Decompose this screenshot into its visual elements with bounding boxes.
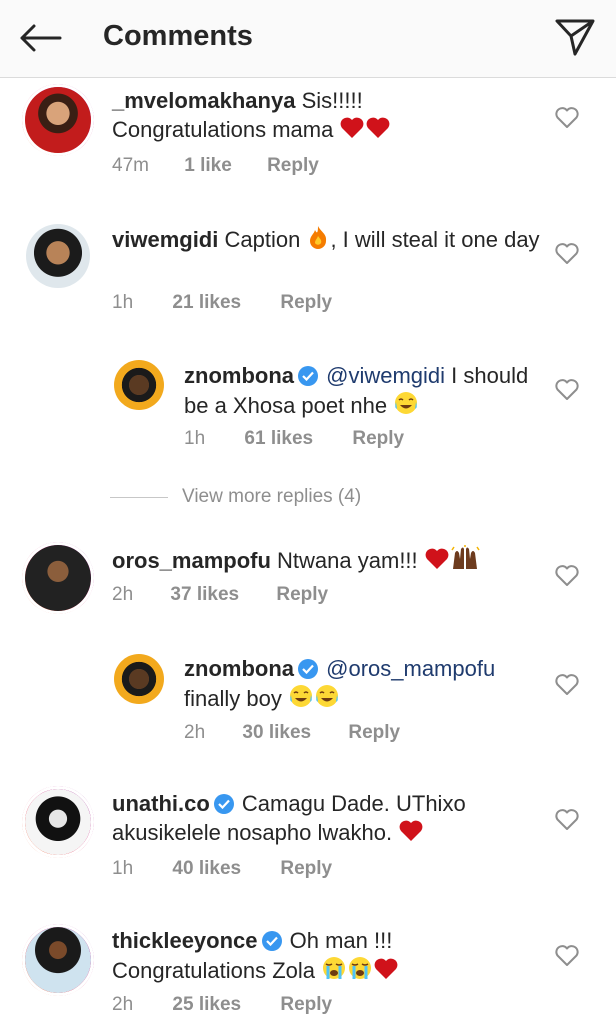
reply-button[interactable]: Reply [348, 722, 400, 744]
reply-button[interactable]: Reply [280, 292, 332, 314]
username[interactable]: znombona [184, 363, 294, 388]
mention-link[interactable]: @oros_mampofu [326, 656, 495, 681]
verified-badge-icon [213, 794, 234, 814]
timestamp: 2h [112, 584, 134, 605]
comment-meta: 1h 40 likes Reply [112, 858, 332, 880]
heart-outline-icon [555, 107, 579, 128]
reply-button[interactable]: Reply [352, 428, 404, 450]
heart-outline-icon [555, 379, 579, 400]
comment-meta: 1h 61 likes Reply [184, 428, 404, 450]
username[interactable]: viwemgidi [112, 227, 218, 252]
comment-meta: 2h 37 likes Reply [112, 584, 328, 606]
joy-emoji-icon [314, 683, 340, 716]
loudly-crying-icon [347, 955, 373, 988]
joy-emoji-icon [393, 390, 419, 423]
timestamp: 2h [112, 994, 134, 1015]
heart-outline-icon [555, 809, 579, 830]
comment-body: unathi.co Camagu Dade. UThixo akusikelel… [112, 789, 542, 850]
avatar[interactable] [22, 924, 94, 996]
like-button[interactable] [554, 944, 580, 970]
avatar[interactable] [114, 360, 164, 410]
comment-meta: 1h 21 likes Reply [112, 292, 332, 314]
username[interactable]: unathi.co [112, 791, 210, 816]
comment-text: , I will steal it one day [330, 227, 540, 252]
send-button[interactable] [550, 14, 600, 60]
heart-outline-icon [555, 565, 579, 586]
comment-text: Ntwana yam!!! [277, 548, 418, 573]
heart-outline-icon [555, 243, 579, 264]
red-heart-icon [365, 116, 391, 147]
comment-body: _mvelomakhanya Sis!!!!! Congratulations … [112, 86, 542, 147]
verified-badge-icon [261, 931, 282, 951]
red-heart-icon [398, 819, 424, 850]
arrow-left-icon [20, 24, 62, 52]
paper-plane-icon [555, 19, 595, 56]
likes-count[interactable]: 30 likes [242, 722, 311, 744]
comment-text: Oh man !!! [289, 928, 393, 953]
raising-hands-icon [450, 545, 480, 578]
red-heart-icon [373, 957, 399, 988]
comment-body: oros_mampofu Ntwana yam!!! [112, 545, 542, 578]
red-heart-icon [339, 116, 365, 147]
avatar[interactable] [22, 786, 94, 858]
red-heart-icon [424, 547, 450, 578]
view-more-label: View more replies (4) [182, 486, 362, 507]
comment-body: znombona @viwemgidi I should be a Xhosa … [184, 361, 534, 423]
reply-button[interactable]: Reply [280, 858, 332, 880]
like-button[interactable] [554, 673, 580, 699]
verified-badge-icon [298, 659, 318, 679]
mention-link[interactable]: @viwemgidi [326, 363, 445, 388]
likes-count[interactable]: 61 likes [244, 428, 313, 450]
comment-text: Congratulations Zola [112, 958, 316, 983]
likes-count[interactable]: 1 like [184, 155, 232, 177]
reply-button[interactable]: Reply [267, 155, 319, 177]
likes-count[interactable]: 25 likes [172, 994, 241, 1016]
username[interactable]: thickleeyonce [112, 928, 258, 953]
timestamp: 47m [112, 155, 149, 176]
like-button[interactable] [554, 378, 580, 404]
avatar[interactable] [26, 224, 90, 288]
divider [110, 496, 168, 498]
like-button[interactable] [554, 808, 580, 834]
verified-badge-icon [298, 366, 318, 386]
timestamp: 2h [184, 722, 206, 743]
joy-emoji-icon [288, 683, 314, 716]
like-button[interactable] [554, 242, 580, 268]
comment-body: znombona @oros_mampofu finally boy [184, 654, 534, 716]
comment-text: Caption [224, 227, 301, 252]
timestamp: 1h [112, 292, 134, 313]
reply-button[interactable]: Reply [280, 994, 332, 1016]
timestamp: 1h [184, 428, 206, 449]
loudly-crying-icon [321, 955, 347, 988]
comment-meta: 2h 30 likes Reply [184, 722, 400, 744]
heart-outline-icon [555, 674, 579, 695]
username[interactable]: _mvelomakhanya [112, 88, 295, 113]
comment-meta: 2h 25 likes Reply [112, 994, 332, 1016]
back-button[interactable] [14, 16, 66, 60]
comment-body: viwemgidi Caption , I will steal it one … [112, 224, 542, 257]
top-bar: Comments [0, 0, 616, 78]
comment-text-line1: Sis!!!!! [301, 88, 363, 113]
comment-text: finally boy [184, 686, 282, 711]
fire-icon [306, 224, 330, 257]
likes-count[interactable]: 37 likes [170, 584, 239, 606]
avatar[interactable] [22, 542, 94, 614]
page-title: Comments [103, 20, 253, 52]
avatar[interactable] [22, 84, 94, 156]
comment-body: thickleeyonce Oh man !!! Congratulations… [112, 926, 542, 988]
like-button[interactable] [554, 564, 580, 590]
reply-button[interactable]: Reply [276, 584, 328, 606]
likes-count[interactable]: 40 likes [172, 858, 241, 880]
avatar[interactable] [114, 654, 164, 704]
username[interactable]: znombona [184, 656, 294, 681]
heart-outline-icon [555, 945, 579, 966]
comment-text-line2: Congratulations mama [112, 117, 334, 142]
like-button[interactable] [554, 106, 580, 132]
view-more-replies-button[interactable]: View more replies (4) [110, 484, 361, 510]
username[interactable]: oros_mampofu [112, 548, 271, 573]
likes-count[interactable]: 21 likes [172, 292, 241, 314]
comment-meta: 47m 1 like Reply [112, 155, 319, 177]
timestamp: 1h [112, 858, 134, 879]
